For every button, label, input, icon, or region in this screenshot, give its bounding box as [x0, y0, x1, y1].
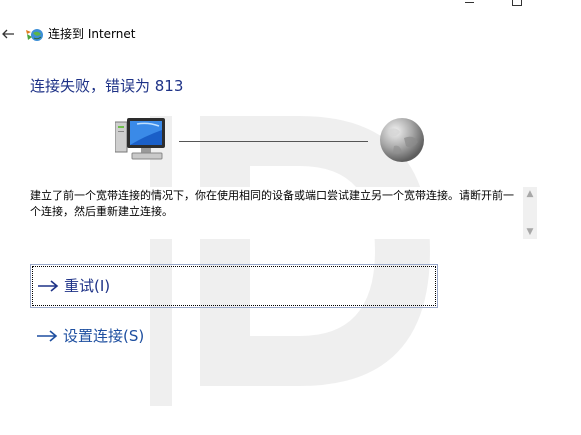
message-scrollbar[interactable]: ▲ ▼ — [523, 187, 537, 239]
setup-connection-label: 设置连接(S) — [63, 327, 145, 345]
computer-icon — [114, 116, 167, 162]
setup-connection-button[interactable]: 设置连接(S) — [30, 314, 438, 358]
scroll-up-icon[interactable]: ▲ — [523, 187, 537, 201]
arrow-right-icon — [38, 280, 59, 292]
arrow-right-icon — [37, 330, 58, 342]
window-title: 连接到 Internet — [48, 27, 136, 41]
globe-icon — [378, 116, 426, 164]
scroll-down-icon[interactable]: ▼ — [523, 225, 537, 239]
network-connection-icon — [25, 25, 45, 45]
connection-line — [179, 141, 368, 142]
page-title: 连接失败，错误为 813 — [30, 77, 184, 95]
retry-button[interactable]: 重试(I) — [30, 264, 438, 308]
back-arrow-icon — [2, 29, 14, 39]
back-button[interactable] — [0, 26, 16, 42]
window-controls — [461, 0, 581, 10]
maximize-button[interactable] — [506, 0, 526, 10]
close-button[interactable] — [553, 0, 573, 10]
error-message-text: 建立了前一个宽带连接的情况下，你在使用相同的设备或端口尝试建立另一个宽带连接。请… — [30, 189, 514, 218]
error-message-box: 建立了前一个宽带连接的情况下，你在使用相同的设备或端口尝试建立另一个宽带连接。请… — [30, 187, 537, 239]
retry-label: 重试(I) — [64, 277, 111, 295]
minimize-button[interactable] — [461, 0, 481, 10]
